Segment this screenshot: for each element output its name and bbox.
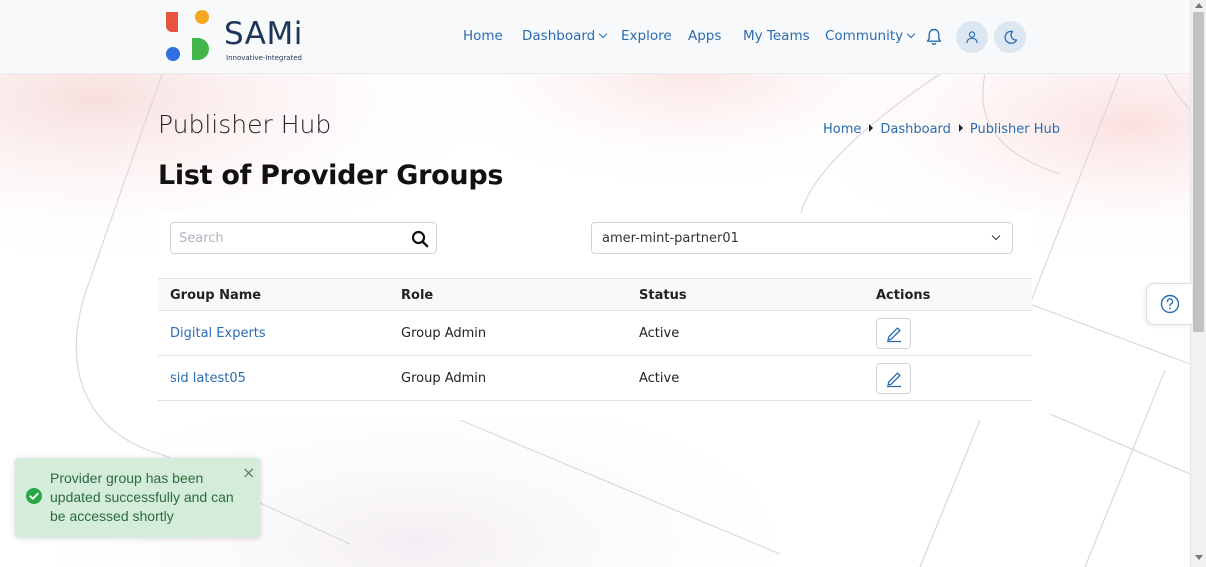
top-navbar: SAMi Innovative-Integrated Home Dashboar… bbox=[0, 0, 1190, 74]
sami-logo[interactable]: SAMi Innovative-Integrated bbox=[164, 10, 309, 66]
nav-community-label: Community bbox=[825, 28, 904, 44]
status-cell: Active bbox=[639, 326, 680, 341]
edit-button[interactable] bbox=[876, 363, 911, 394]
brand-name: SAMi bbox=[224, 16, 303, 52]
page-title: Publisher Hub bbox=[158, 110, 332, 139]
breadcrumb: Home Dashboard Publisher Hub bbox=[823, 122, 1060, 137]
caret-right-icon bbox=[869, 124, 874, 132]
logo-mark-icon bbox=[166, 10, 209, 61]
search-icon[interactable] bbox=[411, 230, 429, 248]
chevron-down-icon bbox=[906, 29, 916, 39]
status-cell: Active bbox=[639, 371, 680, 386]
nav-dashboard[interactable]: Dashboard bbox=[522, 28, 608, 44]
publisher-select-value: amer-mint-partner01 bbox=[602, 231, 739, 246]
role-cell: Group Admin bbox=[401, 371, 487, 386]
user-icon bbox=[966, 31, 978, 44]
question-circle-icon bbox=[1160, 294, 1179, 314]
moon-icon bbox=[1004, 30, 1017, 44]
table-header: Group Name Role Status Actions bbox=[158, 278, 1032, 311]
breadcrumb-home[interactable]: Home bbox=[823, 122, 861, 137]
search-input[interactable] bbox=[172, 224, 402, 252]
edit-button[interactable] bbox=[876, 318, 911, 349]
pencil-icon bbox=[886, 326, 901, 342]
column-header-role: Role bbox=[401, 288, 434, 303]
role-cell: Group Admin bbox=[401, 326, 487, 341]
check-circle-icon bbox=[26, 488, 42, 504]
breadcrumb-publisher-hub[interactable]: Publisher Hub bbox=[970, 122, 1060, 137]
help-button[interactable] bbox=[1146, 283, 1192, 325]
column-header-actions: Actions bbox=[876, 288, 931, 303]
nav-home[interactable]: Home bbox=[463, 28, 503, 44]
nav-dashboard-label: Dashboard bbox=[522, 28, 596, 44]
toast-message: Provider group has been updated successf… bbox=[50, 470, 234, 524]
user-menu-button[interactable] bbox=[956, 21, 988, 53]
search-box bbox=[170, 222, 437, 254]
scrollbar-thumb[interactable] bbox=[1193, 12, 1204, 332]
scroll-up-arrow-icon[interactable] bbox=[1195, 3, 1203, 8]
close-icon[interactable]: × bbox=[242, 465, 255, 481]
caret-right-icon bbox=[958, 124, 963, 132]
success-toast: Provider group has been updated successf… bbox=[15, 458, 260, 537]
nav-community[interactable]: Community bbox=[825, 28, 916, 44]
nav-explore[interactable]: Explore bbox=[621, 28, 672, 44]
scroll-down-arrow-icon[interactable] bbox=[1195, 555, 1203, 560]
theme-toggle-button[interactable] bbox=[994, 21, 1026, 53]
column-header-status: Status bbox=[639, 288, 687, 303]
table-row: sid latest05 Group Admin Active bbox=[158, 356, 1032, 401]
group-name-link[interactable]: sid latest05 bbox=[170, 371, 246, 386]
table-row: Digital Experts Group Admin Active bbox=[158, 311, 1032, 356]
brand-tagline: Innovative-Integrated bbox=[226, 54, 302, 62]
pencil-icon bbox=[886, 371, 901, 387]
nav-my-teams[interactable]: My Teams bbox=[743, 28, 810, 44]
section-title: List of Provider Groups bbox=[158, 160, 504, 191]
group-name-link[interactable]: Digital Experts bbox=[170, 326, 266, 341]
provider-groups-panel: amer-mint-partner01 Group Name Role Stat… bbox=[158, 213, 1032, 420]
bell-icon[interactable] bbox=[926, 28, 942, 46]
breadcrumb-dashboard[interactable]: Dashboard bbox=[880, 122, 951, 137]
chevron-down-icon bbox=[599, 29, 608, 39]
publisher-select[interactable]: amer-mint-partner01 bbox=[591, 222, 1013, 254]
vertical-scrollbar[interactable] bbox=[1190, 0, 1206, 567]
chevron-down-icon bbox=[991, 231, 1001, 241]
column-header-group-name: Group Name bbox=[170, 288, 262, 303]
nav-apps[interactable]: Apps bbox=[688, 28, 721, 44]
